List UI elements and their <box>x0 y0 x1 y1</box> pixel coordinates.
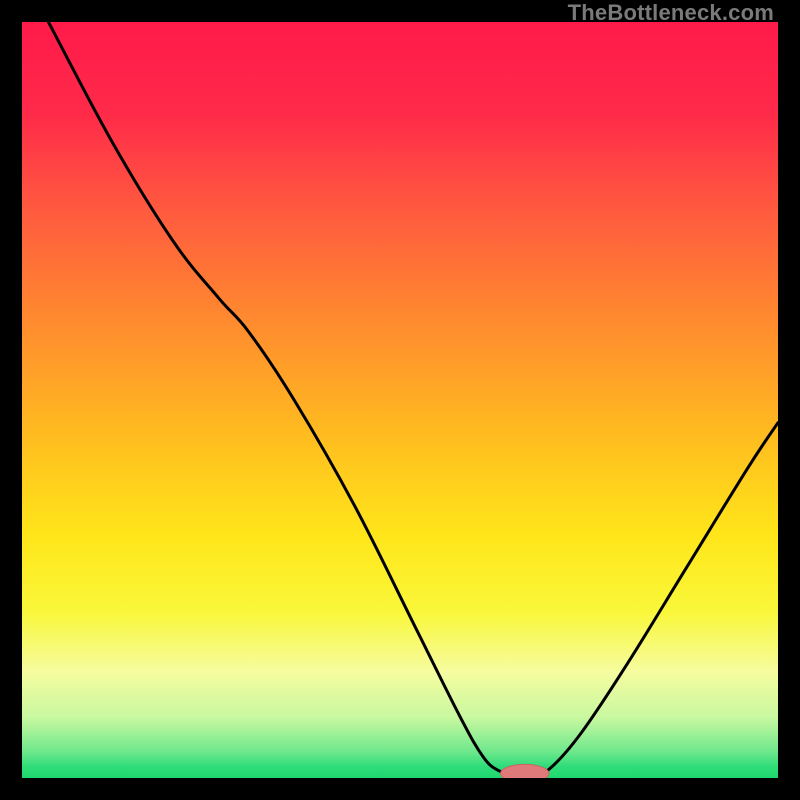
watermark-text: TheBottleneck.com <box>568 0 774 26</box>
gradient-background <box>22 22 778 778</box>
chart-frame <box>22 22 778 778</box>
bottleneck-chart <box>22 22 778 778</box>
